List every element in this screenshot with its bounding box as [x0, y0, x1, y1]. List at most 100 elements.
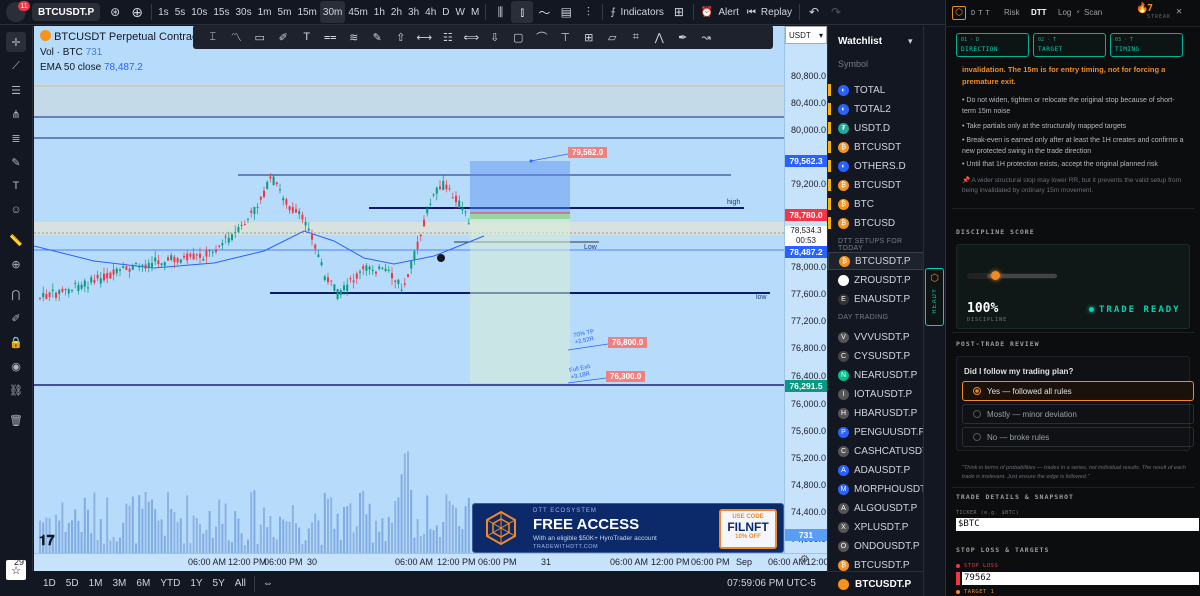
watchlist-item[interactable]: ◎ ZROUSDT.P [828, 271, 924, 289]
watchlist-item[interactable]: ₮ USDT.D [828, 119, 924, 137]
clock[interactable]: 07:59:06 PM UTC-5 [722, 578, 821, 589]
text-icon[interactable]: T [6, 176, 26, 196]
timeframe-30s[interactable]: 30s [233, 1, 255, 23]
ticker-input[interactable]: $BTC [956, 518, 1199, 531]
rectangle-icon[interactable]: ▢ [507, 27, 531, 47]
watchlist-item[interactable]: C CASHCATUSDT.P [828, 442, 937, 460]
timeframe-1s[interactable]: 1s [155, 1, 172, 23]
watchlist-item[interactable]: ₿ BTC [828, 195, 924, 213]
review-option-1[interactable]: Yes — followed all rules [962, 381, 1194, 401]
timeframe-30m[interactable]: 30m [319, 1, 346, 23]
chevron-down-icon[interactable]: ▾ [908, 36, 913, 47]
pattern-icon[interactable]: ⋀ [648, 27, 672, 47]
watchlist-item[interactable]: ₿ BTCUSDT.P [828, 252, 924, 270]
arrow-up-icon[interactable]: ⇧ [389, 27, 413, 47]
trendline-icon[interactable]: ⟋ [6, 56, 26, 76]
timeframe-15s[interactable]: 15s [210, 1, 232, 23]
promo-banner[interactable]: DTT ECOSYSTEM FREE ACCESS With an eligib… [472, 503, 784, 553]
watchlist-item[interactable]: ◐ OTHERS.D [828, 157, 924, 175]
link-icon[interactable]: ⛓ [6, 380, 26, 400]
watchlist-item[interactable]: V VVVUSDT.P [828, 328, 924, 346]
tradingview-logo[interactable]: 𝟏𝟕 [39, 532, 55, 549]
review-option-3[interactable]: No — broke rules [962, 427, 1194, 447]
range-1M[interactable]: 1M [84, 578, 108, 589]
text-icon[interactable]: T [295, 27, 319, 47]
timeframe-2h[interactable]: 2h [388, 1, 405, 23]
horizontal-lines-icon[interactable]: ☰ [6, 80, 26, 100]
layouts-icon[interactable]: ⊞ [668, 1, 690, 23]
dtt-card-direction[interactable]: 01 · D DIRECTION [956, 33, 1029, 57]
watchlist-item[interactable]: I IOTAUSDT.P [828, 385, 924, 403]
emoji-icon[interactable]: ☺ [6, 200, 26, 220]
timeframe-15m[interactable]: 15m [294, 1, 319, 23]
timeframe-5s[interactable]: 5s [172, 1, 189, 23]
dtt-card-timing[interactable]: 03 · T TIMING [1110, 33, 1183, 57]
currency-select[interactable]: USDT ▾ [785, 26, 827, 44]
range-YTD[interactable]: YTD [155, 578, 185, 589]
watchlist-item[interactable]: ₿ BTCUSD [828, 214, 924, 232]
pencil-lock-icon[interactable]: ✐ [6, 308, 26, 328]
watchlist-item[interactable]: C CYSUSDT.P [828, 347, 924, 365]
arrow-down-icon[interactable]: ⇩ [483, 27, 507, 47]
watchlist-item[interactable]: E ENAUSDT.P [828, 290, 924, 308]
timeframe-45m[interactable]: 45m [345, 1, 370, 23]
text-cursor-icon[interactable]: ⌶ [201, 27, 225, 47]
line-chart-icon[interactable]: 〜 [533, 1, 555, 23]
candles-icon[interactable]: ⫾ [511, 1, 534, 23]
watchlist-item[interactable]: ◐ TOTAL [828, 81, 924, 99]
pitchfork-icon[interactable]: ⋔ [6, 104, 26, 124]
lines-icon[interactable]: ⩵ [319, 27, 343, 47]
watchlist-item[interactable]: A ADAUSDT.P [828, 461, 924, 479]
ray-icon[interactable]: ⟷ [413, 27, 437, 47]
alert-button[interactable]: ⏰ Alert [697, 1, 743, 23]
watchlist-footer-symbol[interactable]: BTCUSDT.P [828, 571, 924, 596]
timeframe-10s[interactable]: 10s [188, 1, 210, 23]
callout-icon[interactable]: ▭ [248, 27, 272, 47]
undo-icon[interactable]: ↶ [803, 1, 825, 23]
symbol-icon[interactable]: ⊛ [104, 1, 126, 23]
time-axis[interactable]: 29 06:00 AM 12:00 PM 06:00 PM 30 06:00 AM 12:0… [14, 553, 845, 571]
long-position-icon[interactable]: ⊞ [577, 27, 601, 47]
brush-icon[interactable]: ✐ [272, 27, 296, 47]
crosshair-icon[interactable]: ✛ [6, 32, 26, 52]
fib-icon[interactable]: ≋ [342, 27, 366, 47]
eye-icon[interactable]: ◉ [6, 356, 26, 376]
lock-icon[interactable]: 🔒 [6, 332, 26, 352]
watchlist-item[interactable]: P PENGUUSDT.P [828, 423, 925, 441]
price-axis[interactable]: USDT ▾ 80,800.0 80,400.0 80,000.0 79,200.0 78… [784, 26, 827, 553]
bar-style-icon[interactable]: ⫼ [489, 1, 511, 23]
range-1Y[interactable]: 1Y [185, 578, 207, 589]
timeframe-D[interactable]: D [439, 1, 452, 23]
magnet-icon[interactable]: ⋂ [6, 284, 26, 304]
range-icon[interactable]: ⟺ [460, 27, 484, 47]
parallel-channel-icon[interactable]: ☷ [436, 27, 460, 47]
tab-risk[interactable]: Risk [1004, 8, 1020, 17]
ready-tab[interactable]: ⬡ READY [925, 268, 944, 326]
path-icon[interactable]: 〽 [225, 27, 249, 47]
bars-icon[interactable]: ⫶ [577, 1, 599, 23]
redo-icon[interactable]: ↷ [825, 1, 847, 23]
watchlist-item[interactable]: ₿ BTCUSDT [828, 138, 924, 156]
pen-icon[interactable]: ✒ [671, 27, 695, 47]
timeframe-1m[interactable]: 1m [255, 1, 275, 23]
range-All[interactable]: All [230, 578, 251, 589]
dtt-card-target[interactable]: 02 · T TARGET [1033, 33, 1106, 57]
fib-icon[interactable]: ≣ [6, 128, 26, 148]
timeframe-3h[interactable]: 3h [405, 1, 422, 23]
trash-icon[interactable]: 🗑 [6, 410, 26, 430]
replay-button[interactable]: ⏮ Replay [743, 1, 796, 23]
range-6M[interactable]: 6M [131, 578, 155, 589]
settings-gear-icon[interactable]: ⚙ [800, 554, 814, 568]
compare-add-icon[interactable]: ⊕ [126, 1, 148, 23]
timeframe-4h[interactable]: 4h [422, 1, 439, 23]
range-3M[interactable]: 3M [108, 578, 132, 589]
watchlist-item[interactable]: X XPLUSDT.P [828, 518, 924, 536]
watchlist-item[interactable]: A ALGOUSDT.P [828, 499, 924, 517]
close-icon[interactable]: ✕ [1176, 6, 1182, 17]
note-icon[interactable]: ▱ [601, 27, 625, 47]
watchlist-item[interactable]: H HBARUSDT.P [828, 404, 924, 422]
price-label-icon[interactable]: ⊤ [554, 27, 578, 47]
range-5D[interactable]: 5D [61, 578, 84, 589]
tab-log[interactable]: Log [1058, 8, 1071, 17]
symbol-search-button[interactable]: BTCUSDT.P [32, 3, 101, 21]
